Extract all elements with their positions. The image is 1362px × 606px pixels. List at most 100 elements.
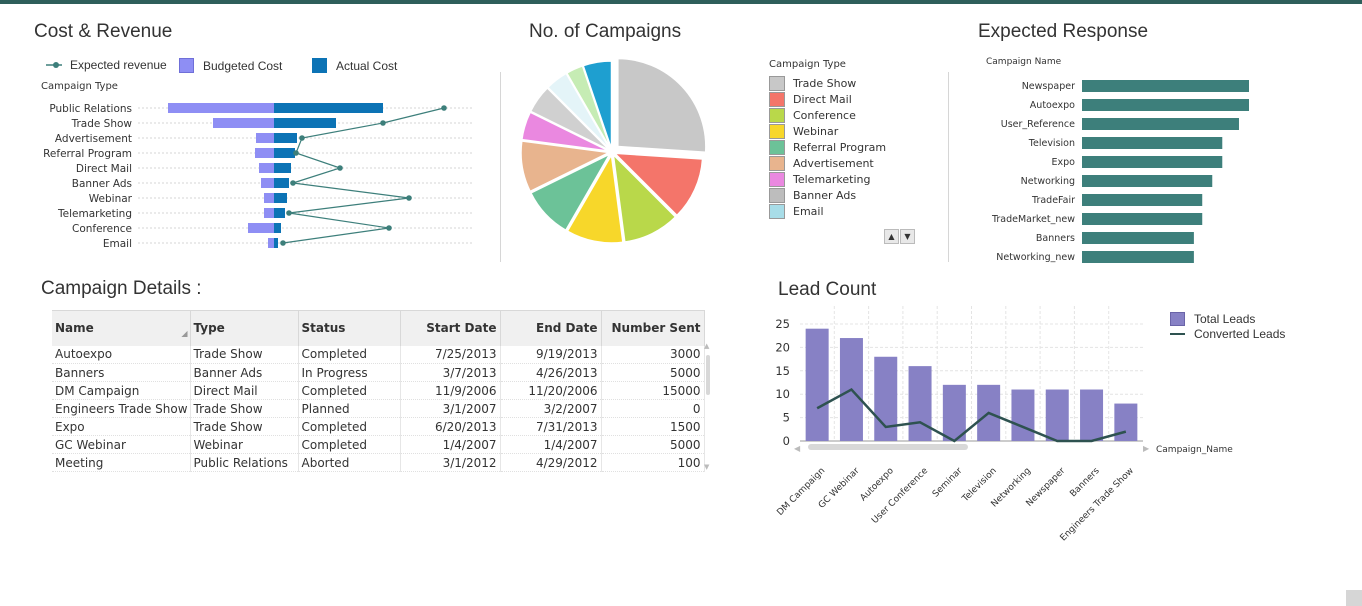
budget-bar [268,238,274,248]
top-accent-bar [0,0,1362,4]
actual-bar [274,238,278,248]
pie-legend-item[interactable]: Conference [769,107,919,123]
legend-swatch-icon [769,107,785,123]
response-bar [1082,194,1203,206]
column-header-number-sent[interactable]: Number Sent [601,310,705,346]
table-cell: Completed [298,345,401,364]
table-row[interactable]: Engineers Trade Show Trade Show Planned 3/1… [52,399,705,418]
table-cell: Meeting [52,453,191,472]
table-cell: Public Relations [190,453,299,472]
budget-bar [264,193,274,203]
expected-revenue-point [441,105,447,111]
legend-swatch-icon [769,203,785,219]
column-header-status[interactable]: Status [298,310,401,346]
pie-legend-item[interactable]: Banner Ads [769,187,919,203]
category-label: Webinar [89,193,133,205]
table-cell: 1/4/2007 [400,435,501,454]
scrollbar-thumb[interactable] [706,355,710,395]
cost-revenue-chart: Public Relations Trade Show Advertisement R… [43,103,472,250]
expected-revenue-point [293,150,299,156]
pie-legend-label: Webinar [793,124,839,138]
cost-revenue-title: Cost & Revenue [34,21,173,42]
response-bar [1082,175,1213,187]
table-cell: Autoexpo [52,345,191,364]
table-cell: Completed [298,381,401,400]
column-header-type[interactable]: Type [190,310,299,346]
scroll-down-icon[interactable]: ▼ [900,229,915,244]
scroll-up-icon[interactable]: ▲ [704,342,709,350]
legend-total-leads[interactable]: Total Leads [1170,311,1285,326]
budget-bar [168,103,274,113]
x-tick-label: Banners [1068,466,1101,499]
total-leads-bar [1080,389,1104,441]
pie-legend-item[interactable]: Direct Mail [769,91,919,107]
table-header-row: Name ◢ Type Status Start Date End Date Nu… [52,310,705,346]
table-row[interactable]: DM Campaign Direct Mail Completed 11/9/2006… [52,381,705,400]
legend-total-label: Total Leads [1194,311,1256,326]
table-cell: 11/20/2006 [500,381,602,400]
scroll-down-icon[interactable]: ▼ [704,463,709,471]
column-header-start-date[interactable]: Start Date [400,310,501,346]
pie-legend-item[interactable]: Webinar [769,123,919,139]
column-header-end-date[interactable]: End Date [500,310,602,346]
table-scrollbar[interactable]: ▲ ▼ [704,342,711,472]
response-bar [1082,137,1223,149]
y-tick-label: 0 [783,434,790,448]
table-row[interactable]: GC Webinar Webinar Completed 1/4/2007 1/4/20… [52,435,705,454]
table-cell: 3/7/2013 [400,363,501,382]
table-cell: 6/20/2013 [400,417,501,436]
chart-scroll-thumb[interactable] [808,444,968,450]
legend-actual-cost[interactable]: Actual Cost [312,58,397,73]
scroll-left-icon[interactable]: ◀ [794,444,801,453]
table-cell: Planned [298,399,401,418]
pie-legend-item[interactable]: Telemarketing [769,171,919,187]
pie-legend-item[interactable]: Advertisement [769,155,919,171]
table-cell: GC Webinar [52,435,191,454]
table-row[interactable]: Banners Banner Ads In Progress 3/7/2013 4/26… [52,363,705,382]
response-bar [1082,213,1203,225]
legend-expected-label: Expected revenue [70,58,167,72]
budget-bar [264,208,274,218]
category-label: Expo [1052,157,1076,168]
legend-expected-revenue[interactable]: Expected revenue [46,58,167,72]
scroll-up-icon[interactable]: ▲ [884,229,899,244]
pie-legend-item[interactable]: Email [769,203,919,219]
expected-revenue-point [386,225,392,231]
table-cell: Completed [298,435,401,454]
table-row[interactable]: Expo Trade Show Completed 6/20/2013 7/31/201… [52,417,705,436]
pie-legend-item[interactable]: Referral Program [769,139,919,155]
table-cell: 5000 [601,435,705,454]
total-leads-bar [942,384,966,441]
actual-bar [274,103,383,113]
pie-legend-label: Trade Show [793,76,857,90]
scroll-right-icon[interactable]: ▶ [1143,444,1150,453]
response-bar [1082,80,1249,92]
table-row[interactable]: Autoexpo Trade Show Completed 7/25/2013 9/19… [52,345,705,364]
category-label: Autoexpo [1030,100,1075,111]
divider [500,72,501,262]
expected-revenue-point [337,165,343,171]
actual-bar [274,223,281,233]
resize-corner[interactable] [1346,590,1362,606]
line-marker-icon [46,62,62,68]
legend-swatch-icon [769,187,785,203]
pie-legend-label: Conference [793,108,856,122]
lead-count-legend: Total Leads Converted Leads [1170,311,1285,341]
table-cell: 3000 [601,345,705,364]
table-cell: Trade Show [190,399,299,418]
pie-legend-label: Email [793,204,824,218]
campaigns-pie-legend: Campaign Type Trade Show Direct Mail Confe… [769,59,919,219]
total-leads-bar [908,366,932,441]
legend-swatch-icon [769,139,785,155]
column-header-name[interactable]: Name ◢ [52,310,191,346]
budget-swatch-icon [179,58,194,73]
actual-bar [274,133,297,143]
legend-budgeted-cost[interactable]: Budgeted Cost [179,58,282,73]
budget-bar [255,148,274,158]
table-cell: 5000 [601,363,705,382]
table-row[interactable]: Meeting Public Relations Aborted 3/1/2012 4/… [52,453,705,472]
expected-revenue-point [286,210,292,216]
legend-converted-leads[interactable]: Converted Leads [1170,326,1285,341]
pie-legend-item[interactable]: Trade Show [769,75,919,91]
category-label: Banner Ads [72,178,132,190]
